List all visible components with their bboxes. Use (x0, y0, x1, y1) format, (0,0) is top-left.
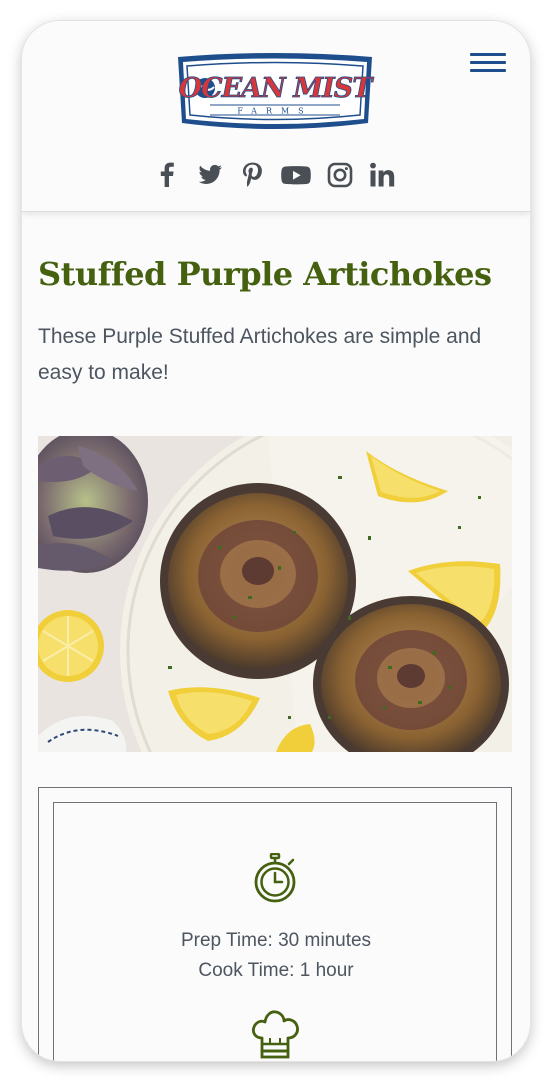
instagram-icon[interactable] (325, 160, 355, 190)
facebook-icon[interactable] (152, 160, 182, 190)
site-header: OCEAN MIST FARMS (22, 21, 530, 212)
recipe-photo (38, 436, 512, 752)
linkedin-icon[interactable] (367, 160, 397, 190)
page-title: Stuffed Purple Artichokes (38, 255, 492, 293)
pinterest-icon[interactable] (237, 160, 267, 190)
youtube-icon[interactable] (280, 160, 312, 190)
stopwatch-icon (252, 852, 298, 905)
social-links (22, 160, 530, 190)
twitter-icon[interactable] (195, 160, 225, 190)
recipe-info-card: Prep Time: 30 minutes Cook Time: 1 hour (38, 787, 512, 1061)
hamburger-menu-icon[interactable] (470, 53, 506, 75)
recipe-info-inner: Prep Time: 30 minutes Cook Time: 1 hour (53, 802, 497, 1061)
cook-time: Cook Time: 1 hour (198, 960, 354, 981)
recipe-intro: These Purple Stuffed Artichokes are simp… (38, 325, 482, 384)
chef-hat-icon (250, 1008, 300, 1060)
phone-frame: OCEAN MIST FARMS Stuffed Purple Artichok… (22, 21, 530, 1061)
logo-subtext: FARMS (237, 107, 312, 116)
prep-time: Prep Time: 30 minutes (180, 930, 372, 951)
logo-text: OCEAN MIST (179, 73, 375, 104)
logo[interactable]: OCEAN MIST FARMS (172, 51, 378, 133)
